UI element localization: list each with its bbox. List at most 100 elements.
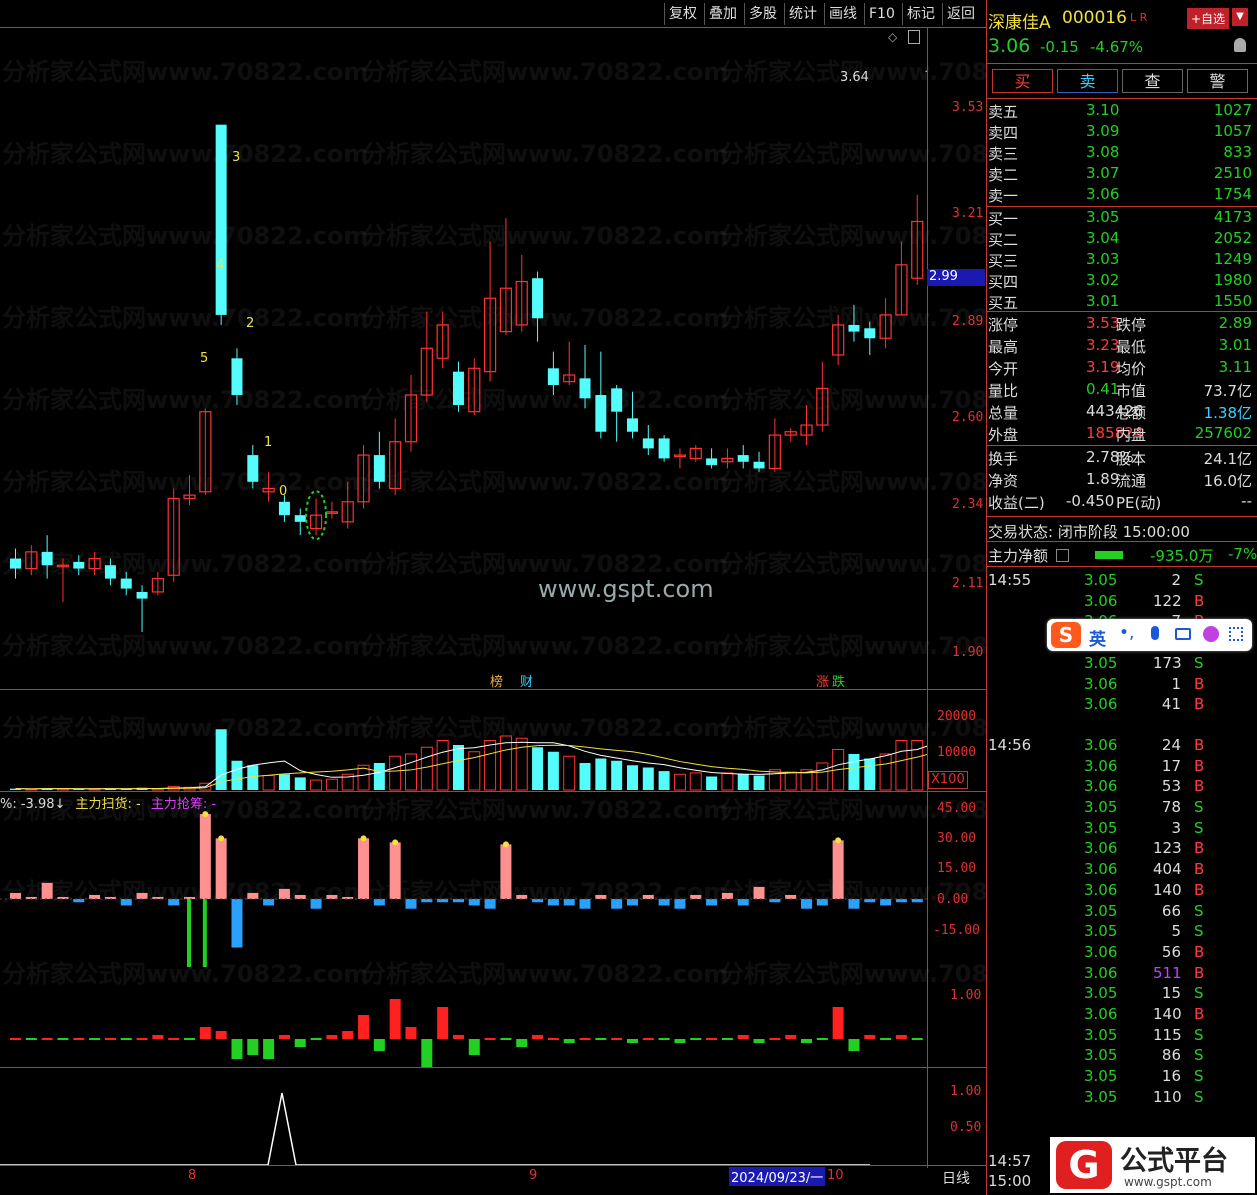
alert-button[interactable]: 警 xyxy=(1187,69,1248,93)
toolbar-f10[interactable]: F10 xyxy=(864,3,899,25)
stats-row: 换手 2.78% 股本 24.1亿 xyxy=(988,448,1252,468)
candle-body xyxy=(611,388,623,412)
indicator-axis-label: 15.00 xyxy=(937,861,977,876)
volume-bar xyxy=(515,737,528,791)
query-button[interactable]: 查 xyxy=(1122,69,1183,93)
buy-button[interactable]: 买 xyxy=(992,69,1053,93)
indicator2-bar xyxy=(104,1038,116,1040)
toolbar-duogu[interactable]: 多股 xyxy=(744,3,781,25)
orderbook-row[interactable]: 买四 3.02 1980 xyxy=(988,271,1254,292)
candle-body xyxy=(579,378,591,399)
brand-g-icon: G xyxy=(1056,1141,1112,1189)
indicator2-bar xyxy=(452,1035,464,1039)
stock-name: 深康佳A xyxy=(988,13,1051,33)
candle-body xyxy=(547,368,559,386)
toolbar-tongji[interactable]: 统计 xyxy=(784,3,821,25)
kline-chart[interactable] xyxy=(0,28,928,1168)
candle-body xyxy=(595,395,607,432)
date-label-aug: 8 xyxy=(188,1168,197,1183)
table-icon[interactable] xyxy=(1056,549,1069,562)
skin-icon[interactable] xyxy=(1203,626,1219,642)
orderbook-row[interactable]: 卖三 3.08 833 xyxy=(988,143,1254,164)
indicator2-bar xyxy=(358,1015,370,1039)
candle-body xyxy=(737,455,749,462)
indicator2-bar xyxy=(848,1039,860,1051)
volume-bar xyxy=(768,769,781,791)
microphone-icon[interactable] xyxy=(1151,626,1159,640)
tick-row: 3.05 78 S xyxy=(1084,798,1204,816)
orderbook-volume: 1550 xyxy=(1213,292,1252,310)
ime-lang-label[interactable]: 英 xyxy=(1089,625,1106,650)
orderbook-row[interactable]: 卖五 3.10 1027 xyxy=(988,101,1254,122)
orderbook-row[interactable]: 卖四 3.09 1057 xyxy=(988,122,1254,143)
volume-unit-tag: X100 xyxy=(928,771,968,789)
marker-die[interactable]: 跌 xyxy=(832,671,845,690)
candle-body xyxy=(706,458,718,466)
indicator2-bar xyxy=(563,1039,575,1043)
indicator-bar xyxy=(626,899,638,906)
indicator-bar xyxy=(579,899,591,909)
marker-cai[interactable]: 财 xyxy=(520,671,533,690)
quote-sep-3 xyxy=(987,311,1257,312)
volume-bar xyxy=(895,740,908,791)
indicator2-bar xyxy=(595,1038,607,1040)
indicator-axis-label: -15.00 xyxy=(933,923,980,938)
indicator-bar xyxy=(215,838,227,899)
stats-row: 量比 0.41 市值 73.7亿 xyxy=(988,380,1252,400)
toolbar-diejia[interactable]: 叠加 xyxy=(704,3,741,25)
orderbook-row[interactable]: 卖二 3.07 2510 xyxy=(988,164,1254,185)
tick-row: 3.06 123 B xyxy=(1084,839,1205,858)
stats-row: 收益(二) -0.450 PE(动) -- xyxy=(988,492,1252,512)
price-axis-label: 2.11 xyxy=(952,576,984,591)
indicator-bar xyxy=(358,838,370,899)
volume-bar xyxy=(611,760,623,790)
marker-bang[interactable]: 榜 xyxy=(490,671,503,690)
toolbar-biaoji[interactable]: 标记 xyxy=(902,3,939,25)
period-button[interactable]: 日线 xyxy=(942,1168,970,1188)
toolbar-huaxian[interactable]: 画线 xyxy=(824,3,861,25)
toolbar-fuquan[interactable]: 复权 xyxy=(664,3,701,25)
volume-bar xyxy=(420,746,433,791)
indicator-bar xyxy=(199,814,211,899)
candle-body xyxy=(10,558,21,569)
orderbook-row[interactable]: 买一 3.05 4173 xyxy=(988,208,1254,229)
indicator-bar xyxy=(816,899,828,906)
orderbook-row[interactable]: 买二 3.04 2052 xyxy=(988,229,1254,250)
indicator2-bar xyxy=(642,1038,654,1040)
bell-icon[interactable] xyxy=(1234,38,1246,52)
indicator2-bar xyxy=(89,1038,101,1040)
tick-row: 3.05 15 S xyxy=(1084,984,1204,1003)
indicator2-bar xyxy=(816,1038,828,1040)
orderbook-level: 卖二 xyxy=(988,166,1019,184)
date-label-oct: 10 xyxy=(827,1168,844,1183)
orderbook-level: 买二 xyxy=(988,231,1019,249)
volume-bar xyxy=(706,776,718,790)
sogou-logo-icon: S xyxy=(1051,622,1081,648)
orderbook-row[interactable]: 买三 3.03 1249 xyxy=(988,250,1254,271)
volume-bar xyxy=(753,775,765,790)
volume-bar xyxy=(563,755,576,791)
quote-sep-6 xyxy=(987,541,1257,542)
toolbar-fanhui[interactable]: 返回 xyxy=(942,3,979,25)
indicator2-bar xyxy=(737,1035,749,1039)
orderbook-row[interactable]: 买五 3.01 1550 xyxy=(988,292,1254,313)
sell-button[interactable]: 卖 xyxy=(1057,69,1118,93)
add-favorite-button[interactable]: +自选 xyxy=(1187,8,1230,29)
toolbox-icon[interactable] xyxy=(1229,627,1243,641)
ime-toolbar[interactable]: S 英 •, xyxy=(1047,619,1252,651)
fav-dropdown-button[interactable]: ▼ xyxy=(1232,8,1248,26)
orderbook-price: 3.05 xyxy=(1086,208,1120,226)
punctuation-icon[interactable]: •, xyxy=(1119,623,1134,643)
candle-body xyxy=(848,324,860,332)
chart-toolbar: 复权 叠加 多股 统计 画线 F10 标记 返回 xyxy=(664,0,986,28)
indicator2-bar xyxy=(532,1035,544,1039)
orderbook-row[interactable]: 卖一 3.06 1754 xyxy=(988,185,1254,206)
indicator-bar xyxy=(468,899,480,906)
indicator-bar xyxy=(10,892,21,899)
indicator-bar xyxy=(706,899,718,906)
keyboard-icon[interactable] xyxy=(1175,628,1191,640)
marker-zhang[interactable]: 涨 xyxy=(816,671,829,690)
indicator3-axis-label: 1.00 xyxy=(950,1084,982,1099)
indicator-axis-label: 0.00 xyxy=(937,892,969,907)
tick-row: 3.06 404 B xyxy=(1084,860,1205,879)
